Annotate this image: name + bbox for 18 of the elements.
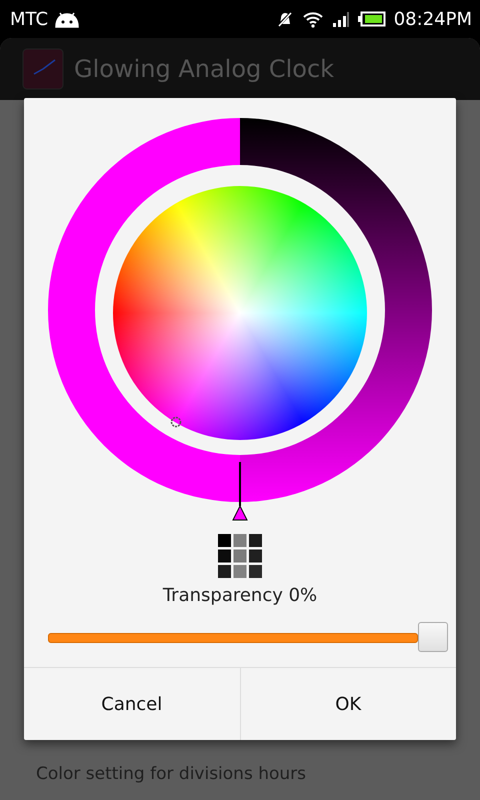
app-title: Glowing Analog Clock	[74, 55, 334, 83]
carrier-name: MTC	[10, 8, 48, 30]
setting-summary: Color setting for divisions hours	[36, 764, 308, 784]
cancel-button[interactable]: Cancel	[24, 668, 240, 740]
android-icon	[54, 10, 80, 28]
wifi-icon	[302, 10, 324, 28]
checkerboard-icon	[217, 533, 263, 579]
clock-time: 08:24PM	[394, 8, 472, 30]
clock-icon	[22, 48, 64, 90]
signal-icon	[332, 10, 350, 28]
transparency-slider[interactable]	[48, 622, 448, 654]
ok-button[interactable]: OK	[240, 668, 456, 740]
battery-icon	[358, 11, 386, 27]
color-selector-icon[interactable]	[170, 416, 182, 428]
transparency-label: Transparency 0%	[162, 585, 318, 606]
brightness-ring[interactable]	[48, 118, 432, 502]
brightness-pointer-icon[interactable]	[231, 462, 249, 522]
slider-thumb[interactable]	[418, 622, 448, 652]
